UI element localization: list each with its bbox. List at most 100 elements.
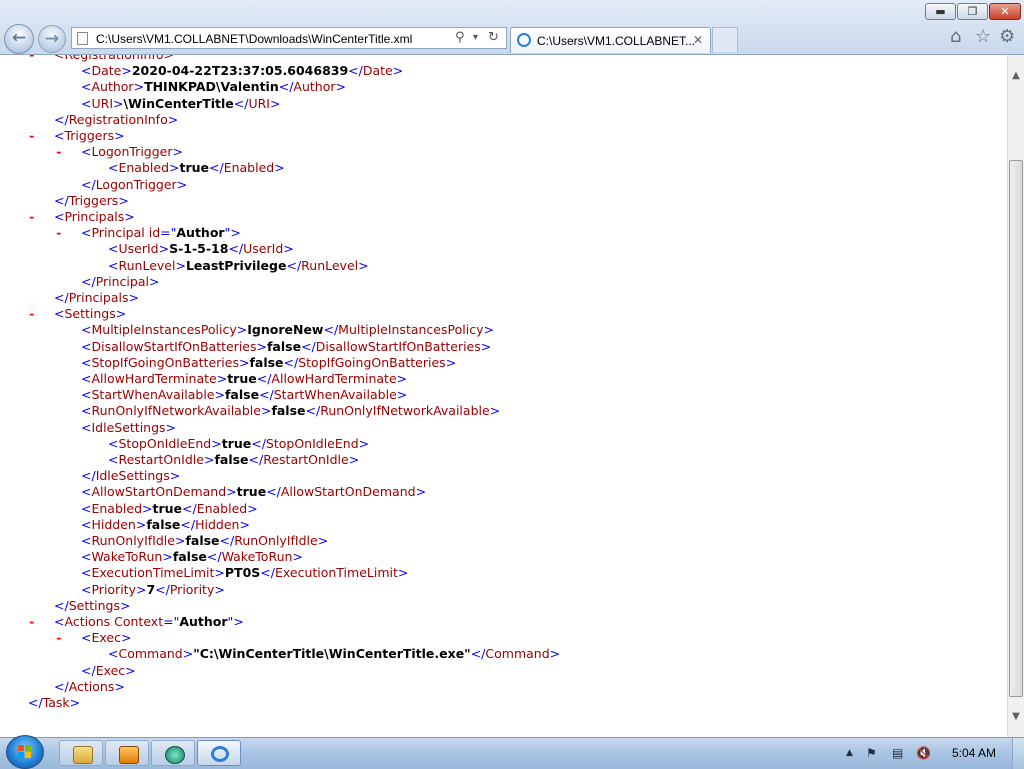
xml-markup: </ bbox=[266, 484, 281, 500]
xml-value: false bbox=[146, 516, 181, 532]
xml-line: - <Actions Context="Author"> bbox=[28, 614, 244, 630]
xml-markup: > bbox=[119, 597, 131, 613]
xml-markup: </ bbox=[54, 597, 69, 613]
collapse-toggle[interactable]: - bbox=[28, 128, 54, 144]
xml-tag-name: id bbox=[144, 225, 161, 241]
folder-icon bbox=[73, 746, 93, 764]
xml-line: <StopOnIdleEnd>true</StopOnIdleEnd> bbox=[108, 436, 369, 452]
close-button[interactable]: ✕ bbox=[989, 3, 1021, 20]
xml-markup: "> bbox=[227, 614, 244, 629]
show-desktop-button[interactable] bbox=[1012, 738, 1024, 769]
xml-markup: </ bbox=[248, 452, 264, 467]
xml-line: <Enabled>true</Enabled> bbox=[81, 501, 258, 517]
xml-tag-name: StopOnIdleEnd bbox=[118, 435, 212, 451]
volume-muted-icon[interactable]: 🔇 bbox=[916, 746, 931, 760]
xml-markup: > bbox=[335, 79, 346, 95]
xml-tag-name: <RegistrationInfo> bbox=[54, 55, 174, 62]
address-dropdown-icon[interactable]: ▾ bbox=[473, 32, 478, 43]
forward-button[interactable]: → bbox=[38, 25, 66, 53]
tab-title: C:\Users\VM1.COLLABNET... bbox=[537, 34, 696, 48]
xml-value: LeastPrivilege bbox=[185, 257, 287, 273]
xml-tag-name: Actions bbox=[68, 678, 115, 694]
media-center-icon[interactable] bbox=[151, 740, 195, 766]
tools-gear-icon[interactable]: ⚙ bbox=[999, 26, 1015, 47]
xml-tag-name: Hidden bbox=[195, 516, 240, 532]
clock[interactable]: 5:04 AM bbox=[952, 746, 996, 760]
windows-flag-icon bbox=[18, 745, 32, 759]
xml-markup: </ bbox=[182, 500, 197, 516]
tray-expand-icon[interactable]: ▲ bbox=[846, 748, 853, 758]
xml-markup: < bbox=[108, 452, 119, 467]
scroll-up-icon[interactable]: ▲ bbox=[1008, 67, 1024, 84]
xml-markup: < bbox=[108, 160, 119, 176]
xml-line: - <Principals> bbox=[28, 209, 135, 225]
collapse-toggle[interactable]: - bbox=[28, 614, 54, 630]
xml-markup: > bbox=[480, 338, 492, 354]
network-icon[interactable]: ▤ bbox=[892, 746, 903, 760]
xml-markup: < bbox=[81, 516, 92, 532]
xml-value: IgnoreNew bbox=[247, 322, 324, 338]
xml-tag-name: RunLevel bbox=[301, 257, 359, 273]
tab-active[interactable]: C:\Users\VM1.COLLABNET... ✕ bbox=[510, 27, 711, 53]
minimize-button[interactable]: ▬ bbox=[925, 3, 956, 20]
tab-close-icon[interactable]: ✕ bbox=[693, 33, 703, 47]
collapse-toggle[interactable]: - bbox=[28, 55, 54, 63]
xml-tag-name: Actions bbox=[64, 614, 111, 629]
new-tab-button[interactable] bbox=[712, 27, 738, 52]
maximize-button[interactable]: ❐ bbox=[957, 3, 988, 20]
xml-markup: < bbox=[81, 371, 92, 386]
favorites-icon[interactable]: ☆ bbox=[975, 26, 991, 47]
xml-line: <IdleSettings> bbox=[81, 420, 176, 436]
xml-value: false bbox=[266, 338, 302, 354]
xml-value: "C:\WinCenterTitle\WinCenterTitle.exe" bbox=[193, 646, 471, 662]
xml-markup: < bbox=[54, 209, 65, 224]
xml-markup: > bbox=[114, 128, 125, 143]
xml-markup: > bbox=[135, 516, 147, 532]
search-icon[interactable]: ⚲ bbox=[455, 30, 465, 45]
internet-explorer-icon[interactable] bbox=[197, 740, 241, 766]
explorer-icon[interactable] bbox=[59, 740, 103, 766]
xml-tag-name: Priority bbox=[91, 581, 136, 597]
address-bar[interactable]: C:\Users\VM1.COLLABNET\Downloads\WinCent… bbox=[71, 27, 507, 49]
xml-tag-name: Enabled bbox=[223, 160, 275, 176]
back-button[interactable]: ← bbox=[4, 24, 34, 54]
collapse-toggle[interactable]: - bbox=[55, 144, 81, 160]
xml-markup: < bbox=[81, 484, 92, 500]
xml-line: - <Triggers> bbox=[28, 128, 125, 144]
xml-line: </Principals> bbox=[54, 290, 139, 306]
xml-markup: > bbox=[236, 322, 248, 338]
xml-tag-name: Enabled bbox=[196, 500, 248, 516]
xml-markup: > bbox=[142, 500, 153, 516]
media-player-icon[interactable] bbox=[105, 740, 149, 766]
xml-value: true bbox=[179, 160, 210, 176]
vertical-scrollbar[interactable]: ▲ ▼ bbox=[1007, 55, 1024, 737]
address-input[interactable]: C:\Users\VM1.COLLABNET\Downloads\WinCent… bbox=[96, 32, 412, 46]
xml-markup: < bbox=[81, 630, 92, 646]
xml-tag-name: AllowHardTerminate bbox=[91, 371, 217, 386]
action-center-flag-icon[interactable]: ⚑ bbox=[866, 746, 877, 760]
xml-tag-name: ExecutionTimeLimit bbox=[91, 565, 215, 581]
scroll-down-icon[interactable]: ▼ bbox=[1008, 708, 1024, 725]
xml-markup: > bbox=[549, 646, 561, 662]
xml-tag-name: StartWhenAvailable bbox=[91, 387, 215, 403]
xml-markup: > bbox=[226, 484, 237, 500]
collapse-toggle[interactable]: - bbox=[28, 209, 54, 225]
collapse-toggle[interactable]: - bbox=[55, 225, 81, 241]
xml-markup: < bbox=[54, 306, 65, 322]
xml-markup: > bbox=[158, 241, 170, 257]
xml-tag-name: RegistrationInfo bbox=[68, 111, 168, 127]
refresh-icon[interactable]: ↻ bbox=[488, 30, 499, 45]
collapse-toggle[interactable]: - bbox=[28, 306, 54, 322]
xml-tag-name: Enabled bbox=[91, 500, 142, 516]
xml-markup: </ bbox=[180, 516, 196, 532]
home-icon[interactable]: ⌂ bbox=[950, 26, 961, 47]
scrollbar-thumb[interactable] bbox=[1009, 159, 1023, 697]
xml-line: - <Principal id="Author"> bbox=[55, 225, 241, 241]
collapse-toggle[interactable]: - bbox=[55, 630, 81, 646]
xml-markup: =" bbox=[160, 225, 177, 241]
xml-markup: </ bbox=[259, 387, 274, 403]
xml-markup: > bbox=[133, 79, 145, 95]
windows-start-icon[interactable] bbox=[6, 735, 44, 769]
xml-line: </Exec> bbox=[81, 663, 136, 679]
xml-line: - <LogonTrigger> bbox=[55, 144, 183, 160]
